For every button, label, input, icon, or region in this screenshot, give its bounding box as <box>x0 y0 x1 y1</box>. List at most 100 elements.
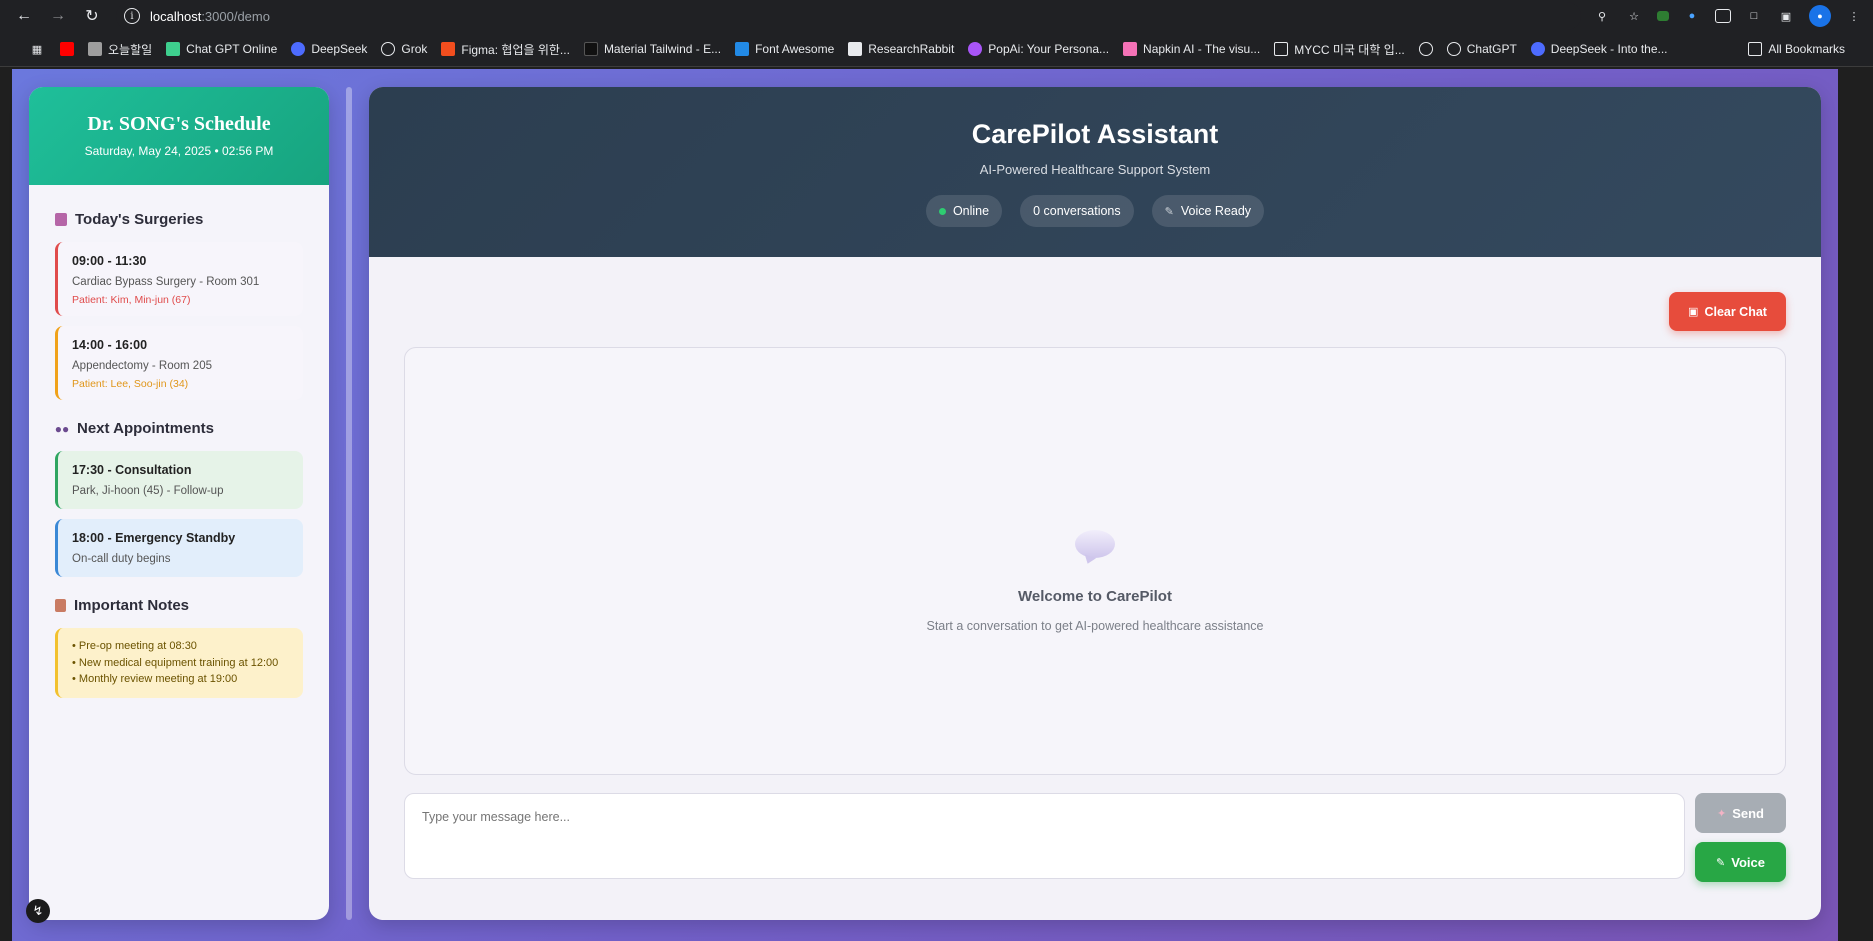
profile-avatar[interactable]: ● <box>1809 5 1831 27</box>
bookmark-favicon-icon <box>1123 42 1138 56</box>
bookmarks-bar: ▦ 오늘할일 Chat GPT Online DeepSeek Grok Fig… <box>0 32 1873 67</box>
surgery-desc: Cardiac Bypass Surgery - Room 301 <box>72 276 260 288</box>
surgery-time: 14:00 - 16:00 <box>72 338 148 352</box>
bookmark-item[interactable]: Grok <box>381 42 427 56</box>
online-dot-icon <box>938 207 946 215</box>
bookmark-label: Figma: 협업을 위한... <box>461 42 570 57</box>
bookmark-favicon-icon <box>968 42 983 56</box>
app-title: CarePilot Assistant <box>971 119 1219 149</box>
appointment-title: 18:00 - Emergency Standby <box>72 531 236 545</box>
bookmark-label: 오늘할일 <box>108 42 153 57</box>
appointments-title: Next Appointments <box>77 420 214 437</box>
hospital-icon <box>55 213 67 226</box>
bookmark-item[interactable]: Chat GPT Online <box>166 42 277 56</box>
resize-handle[interactable] <box>346 87 352 920</box>
bookmark-label: Napkin AI - The visu... <box>1143 42 1261 56</box>
people-icon: ●● <box>54 421 70 436</box>
message-input[interactable] <box>404 793 1685 879</box>
bookmark-favicon-icon <box>583 42 598 56</box>
site-info-icon[interactable]: i <box>124 8 140 24</box>
bookmark-label: Grok <box>401 42 428 56</box>
openai-icon <box>1418 42 1433 56</box>
bookmark-item[interactable]: Napkin AI - The visu... <box>1123 42 1260 56</box>
address-bar[interactable]: i localhost:3000/demo <box>116 2 1581 30</box>
all-bookmarks-label: All Bookmarks <box>1768 42 1845 56</box>
schedule-sidebar: Dr. SONG's Schedule Saturday, May 24, 20… <box>29 87 329 920</box>
bookmark-item[interactable]: 오늘할일 <box>88 41 152 58</box>
bookmark-item[interactable] <box>1418 42 1433 56</box>
forward-arrow-icon[interactable]: → <box>44 2 72 30</box>
note-item: • Monthly review meeting at 19:00 <box>72 673 238 685</box>
bookmark-item[interactable]: PopAi: Your Persona... <box>968 42 1109 56</box>
clear-chat-button[interactable]: ▣ Clear Chat <box>1669 292 1786 331</box>
clear-chat-label: Clear Chat <box>1704 304 1767 319</box>
folder-icon <box>1748 42 1763 56</box>
extension-box-icon[interactable] <box>1715 9 1731 23</box>
voice-button[interactable]: ✎ Voice <box>1695 842 1786 882</box>
bookmark-item[interactable]: ResearchRabbit <box>848 42 954 56</box>
online-label: Online <box>952 204 990 218</box>
apps-grid-icon[interactable]: ▦ <box>28 40 46 58</box>
surgery-patient: Patient: Lee, Soo-jin (34) <box>72 378 189 390</box>
welcome-title: Welcome to CarePilot <box>1018 587 1172 605</box>
appointments-heading: ●● Next Appointments <box>55 420 303 437</box>
notes-heading: Important Notes <box>55 597 303 614</box>
note-item: • Pre-op meeting at 08:30 <box>72 640 197 652</box>
browser-side-panel <box>1838 69 1873 941</box>
bookmark-item[interactable]: Figma: 협업을 위한... <box>441 41 570 58</box>
surgery-desc: Appendectomy - Room 205 <box>72 360 212 372</box>
bookmark-label: PopAi: Your Persona... <box>988 42 1110 56</box>
lightning-bolt-icon[interactable]: ↯ <box>26 899 50 923</box>
bookmark-favicon-icon <box>88 42 102 56</box>
send-button[interactable]: ✦ Send <box>1695 793 1786 833</box>
notes-section: Important Notes • Pre-op meeting at 08:3… <box>29 597 329 698</box>
bookmark-item[interactable]: DeepSeek - Into the... <box>1530 42 1668 56</box>
surgeries-title: Today's Surgeries <box>75 211 204 228</box>
bookmark-label: DeepSeek - Into the... <box>1550 42 1668 56</box>
sidebar-title: Dr. SONG's Schedule <box>87 113 271 135</box>
bookmark-item[interactable]: MYCC 미국 대학 입... <box>1274 41 1405 58</box>
speech-bubble-icon <box>1075 529 1115 566</box>
voice-label: Voice <box>1731 854 1765 870</box>
bookmark-label: Font Awesome <box>755 42 835 56</box>
conversation-count-badge: 0 conversations <box>1020 195 1134 227</box>
menu-kebab-icon[interactable]: ⋮ <box>1845 7 1863 25</box>
bookmark-item[interactable]: Font Awesome <box>735 42 834 56</box>
extensions-puzzle-icon[interactable]: □ <box>1745 7 1763 25</box>
bookmark-label: MYCC 미국 대학 입... <box>1294 42 1405 57</box>
bookmark-youtube[interactable] <box>60 42 74 56</box>
voice-ready-badge: ✎ Voice Ready <box>1151 195 1265 227</box>
appointment-card[interactable]: 17:30 - Consultation Park, Ji-hoon (45) … <box>55 451 303 509</box>
tab-search-icon[interactable]: ▣ <box>1777 7 1795 25</box>
flag-icon <box>735 42 750 56</box>
bookmark-favicon-icon <box>441 42 456 56</box>
bookmark-label: DeepSeek <box>311 42 368 56</box>
chat-panel: CarePilot Assistant AI-Powered Healthcar… <box>369 87 1821 920</box>
sidebar-datetime: Saturday, May 24, 2025 • 02:56 PM <box>84 144 274 158</box>
url-path: :3000/demo <box>201 8 270 24</box>
bookmark-favicon-icon <box>166 42 181 56</box>
back-arrow-icon[interactable]: ← <box>10 2 38 30</box>
appointment-desc: On-call duty begins <box>72 553 171 565</box>
welcome-subtitle: Start a conversation to get AI-powered h… <box>926 618 1264 633</box>
bookmark-item[interactable]: ChatGPT <box>1446 42 1517 56</box>
bookmark-label: Material Tailwind - E... <box>603 42 722 56</box>
voice-ready-label: Voice Ready <box>1180 204 1252 218</box>
extension-green-icon[interactable] <box>1657 11 1669 21</box>
zoom-icon[interactable]: ⚲ <box>1593 7 1611 25</box>
bookmark-favicon-icon <box>291 42 306 56</box>
bookmark-favicon-icon <box>381 42 396 56</box>
youtube-icon <box>60 42 74 56</box>
bookmark-item[interactable]: DeepSeek <box>291 42 367 56</box>
extension-drop-icon[interactable]: ● <box>1683 7 1701 25</box>
reload-icon[interactable]: ↻ <box>78 2 106 30</box>
microphone-icon: ✎ <box>1164 205 1174 218</box>
bookmark-item[interactable]: Material Tailwind - E... <box>583 42 722 56</box>
surgery-card[interactable]: 09:00 - 11:30 Cardiac Bypass Surgery - R… <box>55 242 303 316</box>
surgery-card[interactable]: 14:00 - 16:00 Appendectomy - Room 205 Pa… <box>55 326 303 400</box>
appointment-desc: Park, Ji-hoon (45) - Follow-up <box>72 485 224 497</box>
appointment-card[interactable]: 18:00 - Emergency Standby On-call duty b… <box>55 519 303 577</box>
star-icon[interactable]: ☆ <box>1625 7 1643 25</box>
bookmark-favicon-icon <box>1530 42 1545 56</box>
all-bookmarks[interactable]: All Bookmarks <box>1748 42 1845 56</box>
